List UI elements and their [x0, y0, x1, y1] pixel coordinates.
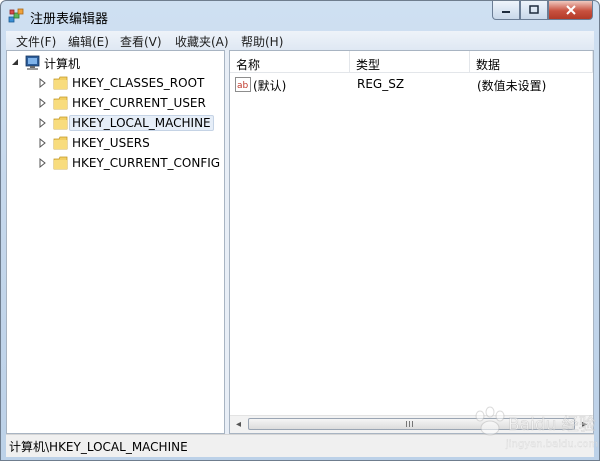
tree-node-computer[interactable]: 计算机 [11, 54, 83, 72]
registry-editor-icon [8, 8, 24, 23]
maximize-button[interactable] [520, 1, 548, 20]
menu-view[interactable]: 查看(V) [120, 33, 162, 50]
tree-node-hkey-local-machine[interactable]: HKEY_LOCAL_MACHINE [39, 114, 214, 132]
tree-label: HKEY_CURRENT_USER [72, 96, 206, 110]
title-bar[interactable]: 注册表编辑器 [1, 1, 599, 31]
watermark-url: jingyan.baidu.com [505, 439, 598, 450]
baidu-watermark-logo: Baidu 经验 jingyan.baidu.com [475, 406, 598, 450]
scroll-left-button[interactable]: ◂ [230, 416, 247, 433]
values-list[interactable]: 名称 类型 数据 ab (默认) REG_SZ (数值未设置) ◂ ▸ [229, 50, 594, 434]
menu-favorites[interactable]: 收藏夹(A) [175, 33, 229, 50]
expand-arrow-icon[interactable] [39, 78, 47, 88]
client-area: 计算机 HKEY_CLASSES_ROOT HKEY_CURRENT_USER … [6, 50, 594, 434]
grip-icon [406, 421, 413, 427]
tree-label: HKEY_CURRENT_CONFIG [72, 156, 221, 170]
status-path: 计算机\HKEY_LOCAL_MACHINE [9, 440, 188, 454]
maximize-icon [529, 5, 539, 14]
tree-label: HKEY_LOCAL_MACHINE [69, 115, 214, 131]
menu-file[interactable]: 文件(F) [16, 33, 56, 50]
value-data: (数值未设置) [477, 79, 547, 93]
computer-icon [25, 55, 40, 70]
folder-icon [53, 136, 68, 150]
tree-node-hkey-classes-root[interactable]: HKEY_CLASSES_ROOT [39, 74, 207, 92]
tree-node-hkey-users[interactable]: HKEY_USERS [39, 134, 153, 152]
string-value-icon: ab [235, 77, 251, 92]
minimize-button[interactable] [492, 1, 520, 20]
minimize-icon [502, 11, 510, 13]
column-header-type[interactable]: 类型 [350, 51, 470, 73]
svg-text:ab: ab [237, 81, 249, 91]
watermark-text: Baidu 经验 [508, 415, 596, 435]
list-row[interactable]: ab (默认) REG_SZ (数值未设置) [230, 75, 590, 95]
expand-arrow-icon[interactable] [39, 138, 47, 148]
column-header-name[interactable]: 名称 [230, 51, 350, 73]
folder-icon [53, 156, 68, 170]
caption-buttons [492, 1, 593, 21]
menu-help[interactable]: 帮助(H) [241, 33, 283, 50]
chevron-left-icon: ◂ [235, 419, 242, 430]
expand-arrow-icon[interactable] [39, 158, 47, 168]
close-icon [565, 5, 576, 15]
tree-label: HKEY_CLASSES_ROOT [72, 76, 205, 90]
column-header-data[interactable]: 数据 [470, 51, 593, 73]
window-title: 注册表编辑器 [30, 12, 109, 27]
expand-arrow-icon[interactable] [39, 118, 47, 128]
folder-icon [53, 96, 68, 110]
value-name: (默认) [253, 79, 287, 93]
expand-arrow-icon[interactable] [39, 98, 47, 108]
tree-label-computer: 计算机 [44, 56, 81, 71]
close-button[interactable] [548, 1, 593, 20]
folder-icon [53, 76, 68, 90]
value-type: REG_SZ [357, 77, 405, 91]
tree-label: HKEY_USERS [72, 136, 150, 150]
registry-editor-window: 注册表编辑器 文件(F) 编辑(E) 查看(V) 收藏夹(A) 帮助(H) 计算… [0, 0, 600, 461]
menu-bar: 文件(F) 编辑(E) 查看(V) 收藏夹(A) 帮助(H) [6, 31, 594, 50]
registry-tree[interactable]: 计算机 HKEY_CLASSES_ROOT HKEY_CURRENT_USER … [6, 50, 225, 434]
tree-node-hkey-current-user[interactable]: HKEY_CURRENT_USER [39, 94, 209, 112]
folder-icon [53, 116, 68, 130]
tree-node-hkey-current-config[interactable]: HKEY_CURRENT_CONFIG [39, 154, 223, 172]
menu-edit[interactable]: 编辑(E) [68, 33, 109, 50]
collapse-arrow-icon[interactable] [11, 58, 19, 68]
